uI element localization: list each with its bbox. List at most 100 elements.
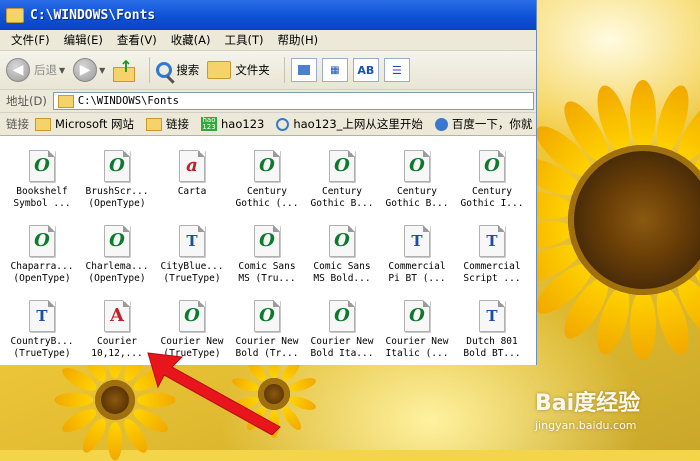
font-file-item[interactable]: O Courier New Italic (... bbox=[380, 300, 454, 360]
font-file-item[interactable]: O Chaparra... (OpenType) bbox=[5, 225, 79, 285]
font-file-name: Comic Sans MS Bold... bbox=[305, 261, 379, 285]
file-name-line2: Script ... bbox=[463, 273, 521, 284]
folder-icon bbox=[35, 117, 51, 131]
link-text: hao123 bbox=[221, 117, 265, 131]
menu-view[interactable]: 查看(V) bbox=[110, 30, 164, 50]
tt-truetype-icon: T bbox=[179, 225, 205, 257]
sunflower-petal bbox=[630, 80, 656, 150]
font-file-item[interactable]: T Commercial Pi BT (... bbox=[380, 225, 454, 285]
window-title: C:\WINDOWS\Fonts bbox=[30, 7, 156, 23]
font-file-item[interactable]: T Commercial Script ... bbox=[455, 225, 529, 285]
menu-bar: 文件(F) 编辑(E) 查看(V) 收藏(A) 工具(T) 帮助(H) bbox=[0, 30, 536, 51]
dropdown-caret-icon: ▼ bbox=[59, 65, 66, 75]
file-name-line1: CountryB... bbox=[10, 336, 74, 347]
o-opentype-icon: O bbox=[29, 225, 55, 257]
toolbar-separator bbox=[283, 57, 285, 83]
folders-button[interactable]: 文件夹 bbox=[207, 55, 270, 85]
sunflower-petal bbox=[630, 290, 656, 360]
red-arrow-annotation bbox=[147, 352, 281, 435]
file-name-line2: Gothic B... bbox=[310, 198, 374, 209]
menu-help[interactable]: 帮助(H) bbox=[271, 30, 326, 50]
address-input[interactable]: C:\WINDOWS\Fonts bbox=[52, 92, 534, 110]
file-name-line1: Courier New bbox=[385, 336, 449, 347]
menu-file[interactable]: 文件(F) bbox=[4, 30, 57, 50]
search-label: 搜索 bbox=[176, 63, 200, 77]
file-name-line1: Courier New bbox=[310, 336, 374, 347]
font-file-name: Dutch 801 Bold BT... bbox=[455, 336, 529, 360]
font-file-item[interactable]: T CountryB... (TrueType) bbox=[5, 300, 79, 360]
font-file-name: Carta bbox=[155, 186, 229, 198]
title-bar[interactable]: C:\WINDOWS\Fonts bbox=[0, 0, 536, 30]
file-name-line1: Bookshelf bbox=[16, 186, 68, 197]
font-file-item[interactable]: O Century Gothic I... bbox=[455, 150, 529, 210]
link-text: 百度一下，你就 bbox=[451, 117, 533, 131]
file-name-line2: (OpenType) bbox=[13, 273, 71, 284]
o-opentype-icon: O bbox=[329, 300, 355, 332]
forward-arrow-icon: ▶ bbox=[73, 58, 98, 82]
address-bar: 地址(D) C:\WINDOWS\Fonts bbox=[0, 90, 536, 113]
menu-tools[interactable]: 工具(T) bbox=[218, 30, 271, 50]
sunflower-petal bbox=[54, 392, 93, 408]
font-file-item[interactable]: O BrushScr... (OpenType) bbox=[80, 150, 154, 210]
font-file-item[interactable]: T Dutch 801 Bold BT... bbox=[455, 300, 529, 360]
font-file-item[interactable]: O Charlema... (OpenType) bbox=[80, 225, 154, 285]
file-name-line1: Comic Sans bbox=[238, 261, 296, 272]
file-name-line1: Century bbox=[246, 186, 288, 197]
link-text: 链接 bbox=[166, 117, 189, 131]
font-file-item[interactable]: O Century Gothic B... bbox=[380, 150, 454, 210]
font-file-item[interactable]: a Carta bbox=[155, 150, 229, 198]
search-button[interactable]: 搜索 bbox=[156, 55, 199, 85]
file-name-line1: Comic Sans bbox=[313, 261, 371, 272]
file-name-line1: Century bbox=[321, 186, 363, 197]
search-icon bbox=[156, 62, 173, 78]
file-name-line2: MS Bold... bbox=[313, 273, 371, 284]
view-thumbnails-button[interactable] bbox=[290, 58, 317, 82]
back-button[interactable]: ◀ 后退 ▼ bbox=[6, 55, 65, 85]
view-details-button[interactable]: ☰ bbox=[383, 58, 410, 82]
font-file-item[interactable]: O Bookshelf Symbol ... bbox=[5, 150, 79, 210]
font-file-item[interactable]: O Comic Sans MS Bold... bbox=[305, 225, 379, 285]
file-name-line1: BrushScr... bbox=[85, 186, 149, 197]
link-baidu[interactable]: 百度一下，你就 bbox=[434, 116, 533, 132]
link-microsoft[interactable]: Microsoft 网站 bbox=[35, 116, 134, 132]
watermark-main: Bai度经验 bbox=[535, 391, 641, 416]
file-name-line1: Commercial bbox=[463, 261, 521, 272]
file-name-line1: Chaparra... bbox=[10, 261, 74, 272]
sunflower-right bbox=[502, 80, 700, 360]
view-icons-button[interactable]: ▦ bbox=[321, 58, 348, 82]
link-hao123-start[interactable]: hao123_上网从这里开始 bbox=[276, 116, 423, 132]
file-name-line2: (OpenType) bbox=[88, 198, 146, 209]
baidu-watermark: Bai度经验 jingyan.baidu.com bbox=[535, 385, 640, 432]
file-name-line1: CityBlue... bbox=[160, 261, 224, 272]
o-opentype-icon: O bbox=[479, 150, 505, 182]
o-opentype-icon: O bbox=[29, 150, 55, 182]
font-file-item[interactable]: O Century Gothic B... bbox=[305, 150, 379, 210]
view-fonts-button[interactable]: AB bbox=[352, 58, 379, 82]
file-name-line2: Italic (... bbox=[385, 348, 449, 359]
font-file-item[interactable]: O Century Gothic (... bbox=[230, 150, 304, 210]
link-hao123[interactable]: hao 123 hao123 bbox=[201, 117, 264, 131]
font-file-item[interactable]: T CityBlue... (TrueType) bbox=[155, 225, 229, 285]
dropdown-caret-icon: ▼ bbox=[99, 65, 106, 75]
links-label: 链接 bbox=[6, 117, 29, 131]
toolbar: ◀ 后退 ▼ ▶ ▼ ↑ 搜索 文件夹 ▦ AB ☰ bbox=[0, 51, 536, 90]
menu-edit[interactable]: 编辑(E) bbox=[57, 30, 110, 50]
file-name-line2: Gothic I... bbox=[460, 198, 524, 209]
a-raster-icon: A bbox=[104, 300, 130, 332]
baidu-paw-icon bbox=[434, 117, 448, 131]
font-file-name: Century Gothic B... bbox=[305, 186, 379, 210]
hao123-icon: hao 123 bbox=[201, 116, 217, 131]
font-file-name: Commercial Pi BT (... bbox=[380, 261, 454, 285]
forward-button[interactable]: ▶ ▼ bbox=[73, 55, 105, 85]
folders-icon bbox=[207, 61, 232, 79]
link-links-folder[interactable]: 链接 bbox=[146, 116, 189, 132]
address-value: C:\WINDOWS\Fonts bbox=[77, 95, 179, 107]
font-file-item[interactable]: O Courier New Bold Ita... bbox=[305, 300, 379, 360]
file-name-line1: Dutch 801 bbox=[466, 336, 518, 347]
o-opentype-icon: O bbox=[404, 300, 430, 332]
font-file-name: Century Gothic I... bbox=[455, 186, 529, 210]
up-folder-button[interactable]: ↑ bbox=[113, 55, 136, 85]
font-file-item[interactable]: O Comic Sans MS (Tru... bbox=[230, 225, 304, 285]
menu-favorites[interactable]: 收藏(A) bbox=[164, 30, 218, 50]
font-file-name: CountryB... (TrueType) bbox=[5, 336, 79, 360]
